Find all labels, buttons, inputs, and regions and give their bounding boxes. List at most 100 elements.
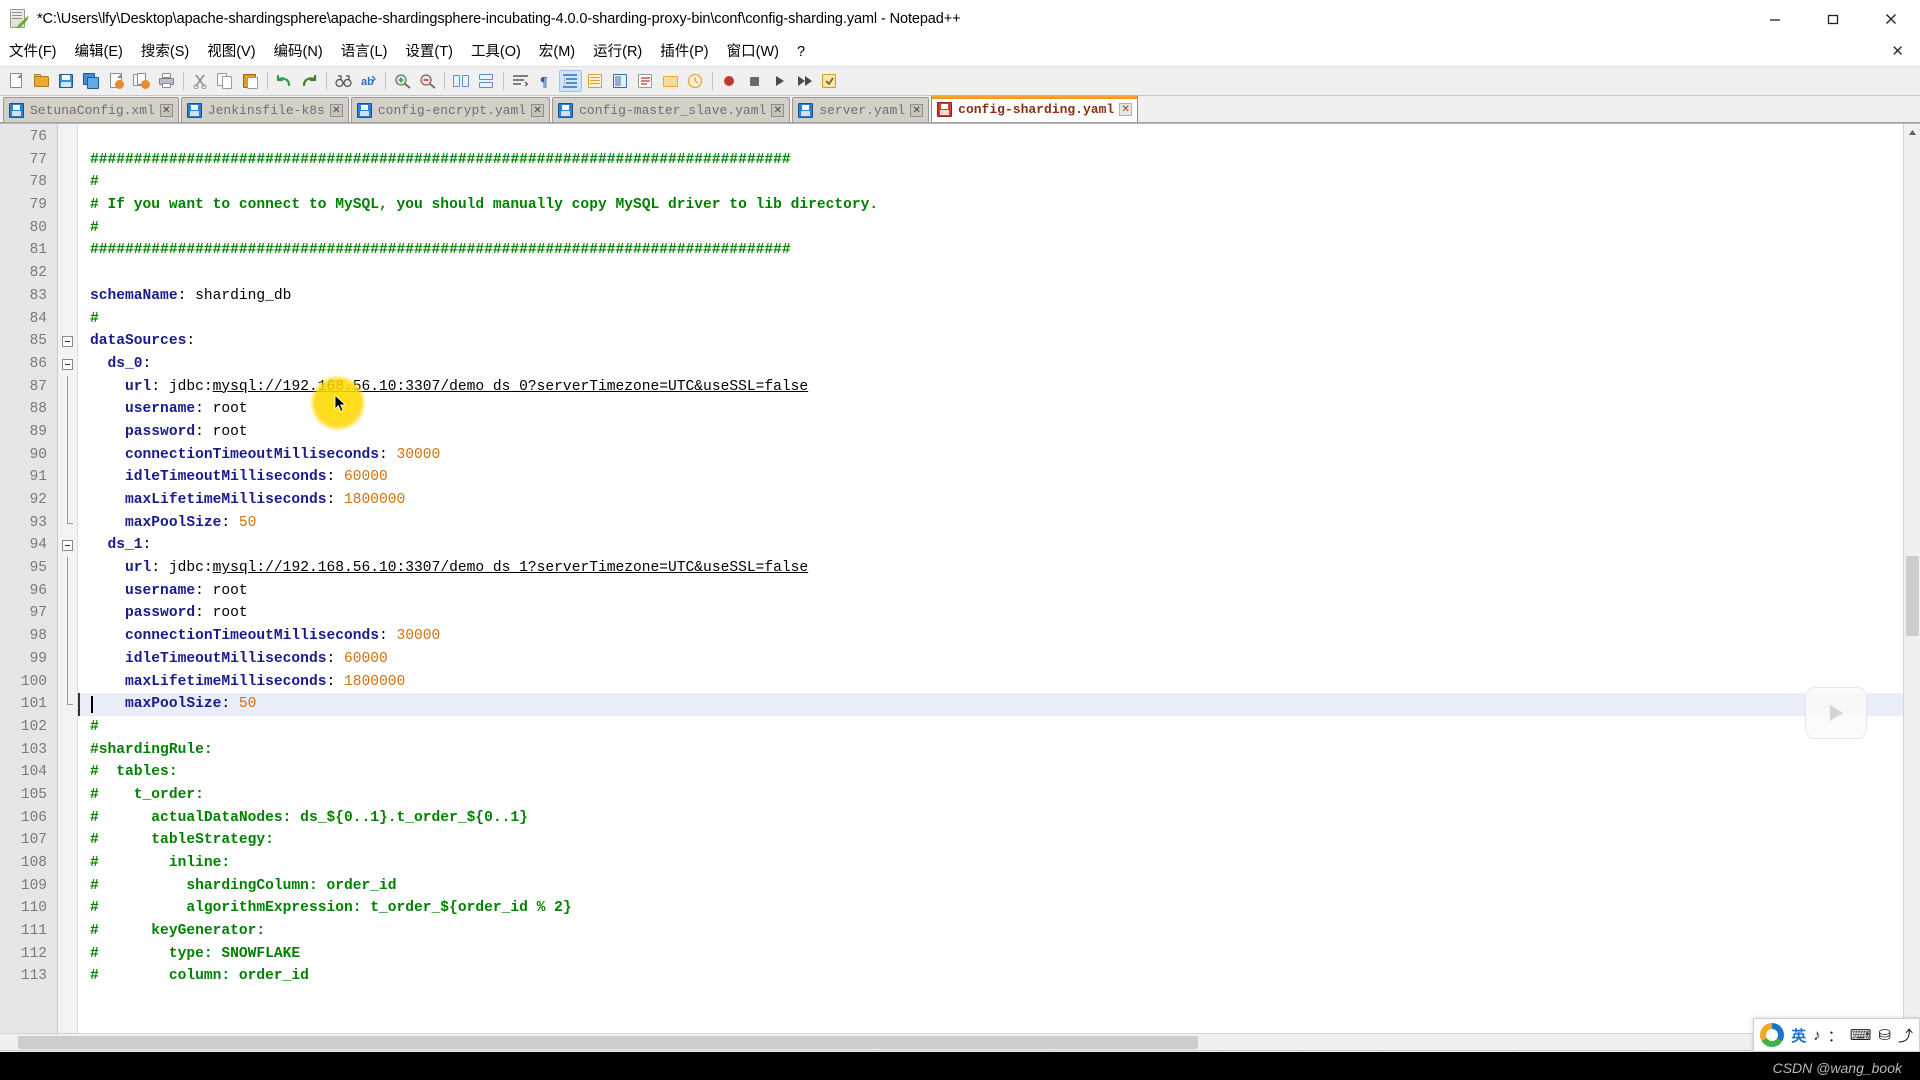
ime-language-mode[interactable]: 英: [1791, 1025, 1806, 1046]
new-file-icon[interactable]: [5, 70, 28, 92]
tab-close-icon[interactable]: ✕: [1119, 102, 1133, 116]
vertical-scrollbar[interactable]: [1903, 124, 1920, 1033]
copy-icon[interactable]: [214, 70, 237, 92]
fold-marker[interactable]: [58, 602, 77, 626]
menu-file[interactable]: 文件(F): [0, 40, 66, 64]
code-line[interactable]: password: root: [78, 602, 1903, 625]
tab-setunaconfig-xml[interactable]: SetunaConfig.xml ✕: [3, 97, 179, 122]
code-line[interactable]: maxLifetimeMilliseconds: 1800000: [78, 489, 1903, 512]
code-line[interactable]: # t_order:: [78, 784, 1903, 807]
code-folding-margin[interactable]: [58, 124, 78, 1033]
ime-punctuation-icon[interactable]: ：: [1828, 1025, 1843, 1046]
code-line[interactable]: # tableStrategy:: [78, 829, 1903, 852]
doc-map-icon[interactable]: [609, 70, 632, 92]
vertical-scroll-thumb[interactable]: [1906, 556, 1919, 636]
play-macro-icon[interactable]: [768, 70, 791, 92]
fold-collapse-icon[interactable]: [62, 358, 73, 370]
code-text-area[interactable]: ########################################…: [78, 124, 1903, 1033]
code-line[interactable]: # algorithmExpression: t_order_${order_i…: [78, 897, 1903, 920]
code-line[interactable]: idleTimeoutMilliseconds: 60000: [78, 466, 1903, 489]
open-file-icon[interactable]: [30, 70, 53, 92]
func-list-icon[interactable]: [634, 70, 657, 92]
paste-icon[interactable]: [239, 70, 262, 92]
code-line[interactable]: username: root: [78, 398, 1903, 421]
fold-marker[interactable]: [58, 330, 77, 353]
close-button[interactable]: [1862, 0, 1920, 38]
menu-macro[interactable]: 宏(M): [530, 40, 584, 64]
save-all-icon[interactable]: [80, 70, 103, 92]
code-line[interactable]: ds_1:: [78, 534, 1903, 557]
code-line[interactable]: idleTimeoutMilliseconds: 60000: [78, 648, 1903, 671]
tab-close-icon[interactable]: ✕: [329, 103, 343, 117]
fold-marker[interactable]: [58, 670, 77, 694]
tab-config-master-slave-yaml[interactable]: config-master_slave.yaml ✕: [552, 97, 791, 122]
code-line[interactable]: # If you want to connect to MySQL, you s…: [78, 194, 1903, 217]
code-line[interactable]: maxPoolSize: 50: [78, 512, 1903, 535]
user-lang-icon[interactable]: [584, 70, 607, 92]
replace-icon[interactable]: ab: [357, 70, 380, 92]
code-line[interactable]: dataSources:: [78, 330, 1903, 353]
ime-more-icon[interactable]: ⤴: [1898, 1025, 1913, 1046]
code-line[interactable]: ########################################…: [78, 149, 1903, 172]
save-macro-icon[interactable]: [818, 70, 841, 92]
print-icon[interactable]: [155, 70, 178, 92]
code-line[interactable]: # actualDataNodes: ds_${0..1}.t_order_${…: [78, 807, 1903, 830]
cut-icon[interactable]: [189, 70, 212, 92]
ime-toolbox-icon[interactable]: ⛁: [1878, 1026, 1891, 1044]
fold-collapse-icon[interactable]: [62, 540, 73, 552]
folder-workspace-icon[interactable]: [659, 70, 682, 92]
fold-marker[interactable]: [58, 511, 77, 535]
fold-marker[interactable]: [58, 353, 77, 376]
indent-guide-icon[interactable]: [559, 70, 582, 92]
tab-close-icon[interactable]: ✕: [531, 103, 545, 117]
code-line[interactable]: ########################################…: [78, 239, 1903, 262]
minimize-button[interactable]: [1746, 0, 1804, 38]
find-icon[interactable]: [332, 70, 355, 92]
code-line[interactable]: #shardingRule:: [78, 739, 1903, 762]
tab-jenkinsfile-k8s[interactable]: Jenkinsfile-k8s ✕: [180, 97, 349, 122]
undo-icon[interactable]: [273, 70, 296, 92]
menu-search[interactable]: 搜索(S): [132, 40, 198, 64]
fold-marker[interactable]: [58, 557, 77, 580]
show-all-chars-icon[interactable]: ¶: [534, 70, 557, 92]
tab-server-yaml[interactable]: server.yaml ✕: [792, 97, 930, 122]
code-line[interactable]: username: root: [78, 580, 1903, 603]
menu-view[interactable]: 视图(V): [198, 40, 264, 64]
fold-marker[interactable]: [58, 420, 77, 444]
close-document-button[interactable]: ✕: [1885, 42, 1910, 60]
horizontal-scrollbar[interactable]: [0, 1033, 1920, 1050]
code-line[interactable]: connectionTimeoutMilliseconds: 30000: [78, 625, 1903, 648]
code-line[interactable]: connectionTimeoutMilliseconds: 30000: [78, 444, 1903, 467]
sync-horizontal-icon[interactable]: [475, 70, 498, 92]
code-line[interactable]: #: [78, 171, 1903, 194]
menu-plugins[interactable]: 插件(P): [651, 40, 717, 64]
word-wrap-icon[interactable]: [509, 70, 532, 92]
code-line[interactable]: maxPoolSize: 50: [78, 693, 1903, 716]
code-line[interactable]: # column: order_id: [78, 965, 1903, 988]
menu-help[interactable]: ?: [788, 40, 814, 64]
menu-language[interactable]: 语言(L): [332, 40, 397, 64]
fold-marker[interactable]: [58, 466, 77, 489]
scroll-up-button[interactable]: [1904, 124, 1920, 141]
menu-tools[interactable]: 工具(O): [462, 40, 530, 64]
ime-keyboard-icon[interactable]: ⌨: [1850, 1026, 1872, 1044]
ime-toolbar[interactable]: 英 ♪ ： ⌨ ⛁ ⤴: [1753, 1018, 1920, 1052]
code-line[interactable]: password: root: [78, 421, 1903, 444]
record-macro-icon[interactable]: [718, 70, 741, 92]
redo-icon[interactable]: [298, 70, 321, 92]
menu-encoding[interactable]: 编码(N): [265, 40, 332, 64]
sogou-ime-logo-icon[interactable]: [1760, 1023, 1785, 1047]
code-line[interactable]: #: [78, 716, 1903, 739]
menu-edit[interactable]: 编辑(E): [66, 40, 132, 64]
tab-close-icon[interactable]: ✕: [159, 103, 173, 117]
code-line[interactable]: # keyGenerator:: [78, 920, 1903, 943]
tab-config-encrypt-yaml[interactable]: config-encrypt.yaml ✕: [350, 97, 551, 122]
code-line[interactable]: # type: SNOWFLAKE: [78, 943, 1903, 966]
code-line[interactable]: ds_0:: [78, 353, 1903, 376]
code-line[interactable]: # tables:: [78, 761, 1903, 784]
fold-marker[interactable]: [58, 625, 77, 648]
code-line[interactable]: [78, 126, 1903, 149]
fold-marker[interactable]: [58, 693, 77, 716]
tab-config-sharding-yaml[interactable]: config-sharding.yaml ✕: [931, 95, 1139, 122]
fold-marker[interactable]: [58, 375, 77, 399]
